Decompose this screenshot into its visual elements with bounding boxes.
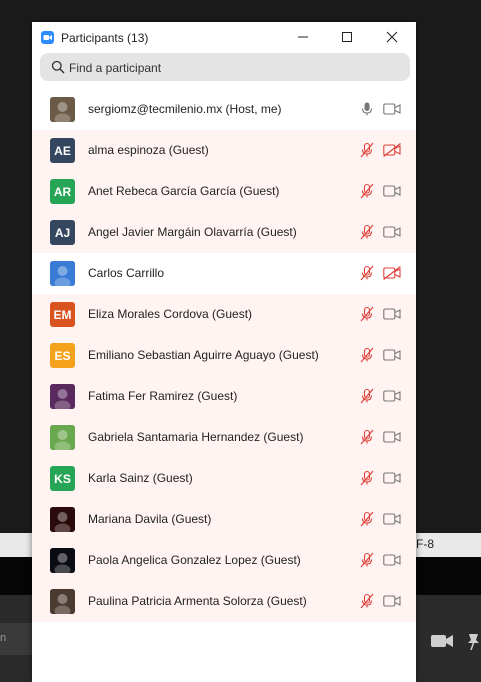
microphone-muted-icon[interactable]	[359, 388, 375, 404]
video-camera-icon[interactable]	[383, 102, 401, 116]
zoom-app-icon	[41, 31, 54, 44]
microphone-icon[interactable]	[359, 101, 375, 117]
microphone-muted-icon[interactable]	[359, 224, 375, 240]
search-input[interactable]	[67, 57, 401, 79]
participant-row[interactable]: Paola Angelica Gonzalez Lopez (Guest)	[32, 540, 416, 581]
microphone-muted-icon[interactable]	[359, 347, 375, 363]
microphone-muted-icon[interactable]	[359, 429, 375, 445]
video-camera-icon[interactable]	[383, 184, 401, 198]
avatar-photo	[50, 507, 75, 532]
avatar-initials: EM	[50, 302, 75, 327]
participant-row[interactable]: sergiomz@tecmilenio.mx (Host, me)	[32, 89, 416, 130]
background-strip-text: F-8	[416, 537, 434, 551]
title-bar[interactable]: Participants (13)	[32, 22, 416, 53]
window-title: Participants (13)	[61, 31, 149, 45]
participant-row[interactable]: AJ Angel Javier Margáin Olavarría (Guest…	[32, 212, 416, 253]
avatar-photo	[50, 384, 75, 409]
video-camera-icon[interactable]	[430, 631, 454, 651]
participant-name: Angel Javier Margáin Olavarría (Guest)	[88, 225, 297, 239]
microphone-muted-icon[interactable]	[359, 593, 375, 609]
avatar-initials: AJ	[50, 220, 75, 245]
participant-row[interactable]: AE alma espinoza (Guest)	[32, 130, 416, 171]
avatar-photo	[50, 425, 75, 450]
participant-name: sergiomz@tecmilenio.mx (Host, me)	[88, 102, 282, 116]
video-camera-icon[interactable]	[383, 553, 401, 567]
participant-row[interactable]: Mariana Davila (Guest)	[32, 499, 416, 540]
avatar-initials: ES	[50, 343, 75, 368]
microphone-muted-icon[interactable]	[359, 470, 375, 486]
microphone-muted-icon[interactable]	[359, 306, 375, 322]
search-box[interactable]	[40, 53, 410, 81]
microphone-muted-icon[interactable]	[359, 183, 375, 199]
video-camera-icon[interactable]	[383, 512, 401, 526]
video-camera-icon[interactable]	[383, 594, 401, 608]
maximize-button[interactable]	[339, 29, 355, 45]
participant-name: Paulina Patricia Armenta Solorza (Guest)	[88, 594, 307, 608]
participant-name: Anet Rebeca García García (Guest)	[88, 184, 280, 198]
participant-name: Gabriela Santamaria Hernandez (Guest)	[88, 430, 304, 444]
participant-row[interactable]: Fatima Fer Ramirez (Guest)	[32, 376, 416, 417]
avatar-initials: AE	[50, 138, 75, 163]
video-stopped-icon[interactable]	[383, 266, 401, 280]
participant-name: Carlos Carrillo	[88, 266, 165, 280]
video-camera-icon[interactable]	[383, 471, 401, 485]
participant-name: Paola Angelica Gonzalez Lopez (Guest)	[88, 553, 301, 567]
microphone-muted-icon[interactable]	[359, 511, 375, 527]
participants-window: Participants (13) sergiomz@tecmilenio.mx…	[32, 22, 416, 682]
search-icon	[51, 60, 65, 74]
participant-name: alma espinoza (Guest)	[88, 143, 209, 157]
participant-row[interactable]: KS Karla Sainz (Guest)	[32, 458, 416, 499]
participant-row[interactable]: Carlos Carrillo	[32, 253, 416, 294]
avatar-initials: KS	[50, 466, 75, 491]
avatar-photo	[50, 548, 75, 573]
participant-name: Mariana Davila (Guest)	[88, 512, 212, 526]
participant-name: Eliza Morales Cordova (Guest)	[88, 307, 253, 321]
avatar-photo	[50, 97, 75, 122]
avatar-photo	[50, 589, 75, 614]
video-camera-icon[interactable]	[383, 225, 401, 239]
minimize-button[interactable]	[295, 29, 311, 45]
participant-row[interactable]: EM Eliza Morales Cordova (Guest)	[32, 294, 416, 335]
avatar-photo	[50, 261, 75, 286]
participant-row[interactable]: ES Emiliano Sebastian Aguirre Aguayo (Gu…	[32, 335, 416, 376]
pin-icon[interactable]	[466, 631, 481, 651]
video-stopped-icon[interactable]	[383, 143, 401, 157]
close-button[interactable]	[384, 29, 400, 45]
participant-name: Karla Sainz (Guest)	[88, 471, 193, 485]
participant-row[interactable]: Paulina Patricia Armenta Solorza (Guest)	[32, 581, 416, 622]
microphone-muted-icon[interactable]	[359, 142, 375, 158]
participant-row[interactable]: AR Anet Rebeca García García (Guest)	[32, 171, 416, 212]
participant-row[interactable]: Gabriela Santamaria Hernandez (Guest)	[32, 417, 416, 458]
microphone-muted-icon[interactable]	[359, 552, 375, 568]
video-camera-icon[interactable]	[383, 430, 401, 444]
microphone-muted-icon[interactable]	[359, 265, 375, 281]
video-camera-icon[interactable]	[383, 307, 401, 321]
participant-name: Emiliano Sebastian Aguirre Aguayo (Guest…	[88, 348, 319, 362]
avatar-initials: AR	[50, 179, 75, 204]
video-camera-icon[interactable]	[383, 348, 401, 362]
video-camera-icon[interactable]	[383, 389, 401, 403]
participant-name: Fatima Fer Ramirez (Guest)	[88, 389, 238, 403]
participant-list: sergiomz@tecmilenio.mx (Host, me) AE alm…	[32, 89, 416, 622]
